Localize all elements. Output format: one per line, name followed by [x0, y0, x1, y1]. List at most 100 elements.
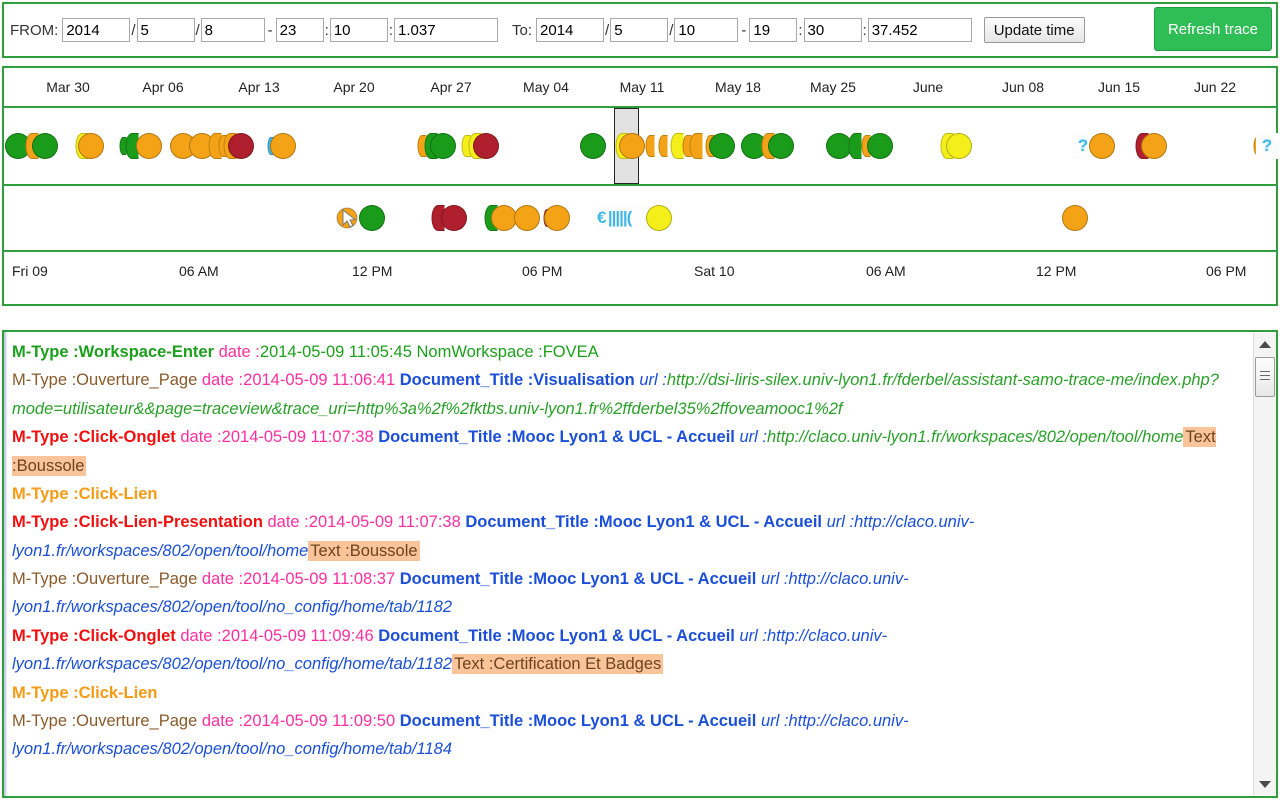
log-segment-k-doc: Document_Title :Mooc Lyon1 & UCL - Accue… [465, 513, 826, 531]
log-segment-k-date: date : [219, 343, 260, 361]
upper-event-dot-green-18[interactable] [430, 133, 456, 159]
upper-event-dot-darkred-13[interactable] [228, 133, 254, 159]
log-segment-mt-orange: M-Type :Click-Lien [12, 684, 157, 702]
from-minute-input[interactable] [330, 18, 388, 42]
scrollbar-thumb[interactable] [1255, 357, 1275, 397]
log-segment-k-date: date : [180, 627, 221, 645]
from-second-input[interactable] [394, 18, 498, 42]
upper-event-dot-darkred-21[interactable] [473, 133, 499, 159]
log-segment-k-url: url : [739, 428, 767, 446]
upper-event-dot-green-2[interactable] [32, 133, 58, 159]
timeline-upper-band[interactable]: ?? [4, 108, 1276, 186]
upper-event-dot-yellow-40[interactable] [946, 133, 972, 159]
to-month-input[interactable] [610, 18, 668, 42]
date-tick-2: Apr 13 [238, 79, 279, 95]
time-tick-0: Fri 09 [12, 263, 48, 279]
upper-event-half-orange-25[interactable] [646, 135, 655, 157]
upper-question-mark-icon-46[interactable]: ? [1256, 133, 1278, 159]
upper-event-dot-orange-42[interactable] [1089, 133, 1115, 159]
log-segment-v-date: 2014-05-09 11:09:46 [222, 627, 379, 645]
log-segment-v-date: 2014-05-09 11:09:50 [243, 712, 400, 730]
trace-viewer-app: FROM: / / - : : To: / / - : : Update tim… [0, 0, 1280, 800]
log-segment-k-doc: Document_Title :Mooc Lyon1 & UCL - Accue… [378, 428, 739, 446]
upper-event-dot-orange-15[interactable] [270, 133, 296, 159]
log-line[interactable]: M-Type :Workspace-Enter date :2014-05-09… [12, 338, 1243, 366]
lower-event-dot-orange-6[interactable] [514, 205, 540, 231]
timeline-lower-band[interactable]: € |||||( [4, 186, 1276, 252]
upper-event-dot-green-22[interactable] [580, 133, 606, 159]
date-tick-1: Apr 06 [142, 79, 183, 95]
refresh-trace-button[interactable]: Refresh trace [1154, 7, 1272, 51]
upper-event-dot-green-31[interactable] [709, 133, 735, 159]
timeline-date-axis[interactable]: Mar 30Apr 06Apr 13Apr 20Apr 27May 04May … [4, 68, 1276, 108]
upper-event-half-green-36[interactable] [849, 133, 862, 159]
grip-icon [1260, 371, 1270, 383]
date-tick-12: Jun 22 [1194, 79, 1236, 95]
to-second-input[interactable] [868, 18, 972, 42]
log-line[interactable]: M-Type :Click-Onglet date :2014-05-09 11… [12, 423, 1243, 480]
lower-event-dot-darkred-3[interactable] [441, 205, 467, 231]
log-segment-v-date: 2014-05-09 11:06:41 [243, 371, 400, 389]
log-segment-k-doc: Document_Title :Mooc Lyon1 & UCL - Accue… [400, 570, 761, 588]
scroll-up-button[interactable] [1254, 333, 1276, 355]
log-segment-mt-orange: M-Type :Click-Lien [12, 485, 157, 503]
date-tick-10: Jun 08 [1002, 79, 1044, 95]
update-time-button[interactable]: Update time [984, 17, 1085, 43]
lower-event-dot-yellow-10[interactable] [646, 205, 672, 231]
timeline-widget[interactable]: Mar 30Apr 06Apr 13Apr 20Apr 27May 04May … [2, 66, 1278, 306]
date-tick-0: Mar 30 [46, 79, 90, 95]
to-year-input[interactable] [536, 18, 604, 42]
upper-event-half-orange-26[interactable] [659, 135, 668, 157]
log-segment-hl-text: Text :Boussole [308, 541, 419, 561]
lower-event-dot-orange-8[interactable] [544, 205, 570, 231]
log-line[interactable]: M-Type :Ouverture_Page date :2014-05-09 … [12, 707, 1243, 764]
upper-event-dot-green-38[interactable] [867, 133, 893, 159]
log-line[interactable]: M-Type :Click-Lien [12, 679, 1243, 707]
log-scrollbar[interactable] [1253, 333, 1275, 795]
log-line[interactable]: M-Type :Ouverture_Page date :2014-05-09 … [12, 366, 1243, 423]
log-segment-k-ws: NomWorkspace :FOVEA [416, 343, 598, 361]
lower-event-dot-orange-11[interactable] [1062, 205, 1088, 231]
upper-event-dot-orange-44[interactable] [1141, 133, 1167, 159]
upper-event-dot-orange-7[interactable] [136, 133, 162, 159]
to-minute-input[interactable] [804, 18, 862, 42]
scroll-down-button[interactable] [1254, 773, 1276, 795]
from-day-input[interactable] [201, 18, 265, 42]
from-label: FROM: [10, 22, 58, 39]
upper-event-dot-orange-4[interactable] [78, 133, 104, 159]
log-line[interactable]: M-Type :Click-Lien-Presentation date :20… [12, 508, 1243, 565]
timeline-time-axis[interactable]: Fri 0906 AM12 PM06 PMSat 1006 AM12 PM06 … [4, 252, 1276, 298]
upper-event-dot-green-34[interactable] [768, 133, 794, 159]
date-tick-6: May 11 [620, 79, 665, 95]
log-segment-mt-red: M-Type :Click-Onglet [12, 627, 180, 645]
log-segment-v-date: 2014-05-09 11:07:38 [309, 513, 466, 531]
chevron-down-icon [1259, 781, 1271, 788]
upper-event-half-orange-29[interactable] [690, 133, 703, 159]
log-segment-mt-brown: M-Type :Ouverture_Page [12, 371, 202, 389]
log-segment-k-url: url : [761, 712, 789, 730]
time-tick-6: 12 PM [1036, 263, 1076, 279]
date-tick-3: Apr 20 [333, 79, 374, 95]
to-day-input[interactable] [674, 18, 738, 42]
upper-event-dot-orange-24[interactable] [619, 133, 645, 159]
to-hour-input[interactable] [749, 18, 797, 42]
from-year-input[interactable] [62, 18, 130, 42]
chevron-up-icon [1259, 341, 1271, 348]
log-line[interactable]: M-Type :Click-Lien [12, 480, 1243, 508]
lower-event-dot-green-1[interactable] [359, 205, 385, 231]
log-line[interactable]: M-Type :Click-Onglet date :2014-05-09 11… [12, 622, 1243, 679]
from-hour-input[interactable] [276, 18, 324, 42]
log-segment-k-url: url : [639, 371, 667, 389]
log-segment-v-date: 2014-05-09 11:08:37 [243, 570, 400, 588]
log-line[interactable]: M-Type :Ouverture_Page date :2014-05-09 … [12, 565, 1243, 622]
date-tick-8: May 25 [810, 79, 856, 95]
log-segment-k-date: date : [202, 371, 243, 389]
date-tick-11: Jun 15 [1098, 79, 1140, 95]
trace-log-list[interactable]: M-Type :Workspace-Enter date :2014-05-09… [4, 332, 1251, 796]
log-segment-mt-red: M-Type :Click-Onglet [12, 428, 180, 446]
from-month-input[interactable] [137, 18, 195, 42]
lower-cursor-icon-0[interactable] [336, 206, 360, 230]
log-segment-k-doc: Document_Title :Mooc Lyon1 & UCL - Accue… [400, 712, 761, 730]
time-tick-2: 12 PM [352, 263, 392, 279]
log-segment-v-date: 2014-05-09 11:07:38 [222, 428, 379, 446]
